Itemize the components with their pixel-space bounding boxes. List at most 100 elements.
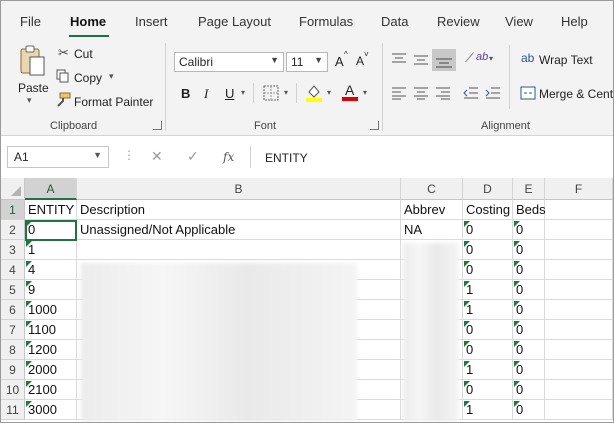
formula-bar-grip-icon[interactable]: ⋮ xyxy=(123,148,135,162)
borders-dropdown-icon[interactable]: ▾ xyxy=(284,88,288,97)
font-name-dropdown[interactable]: Calibri ▼ xyxy=(174,52,284,72)
number-as-text-warning-icon xyxy=(464,241,470,247)
enter-icon[interactable]: ✓ xyxy=(187,148,199,165)
decrease-font-size-button[interactable]: A xyxy=(356,54,364,68)
cell-a1[interactable]: ENTITY xyxy=(25,200,74,220)
format-painter-icon[interactable] xyxy=(55,92,71,113)
tab-insert[interactable]: Insert xyxy=(135,14,168,29)
number-as-text-warning-icon xyxy=(514,381,520,387)
ribbon-tab-bar: File Home Insert Page Layout Formulas Da… xyxy=(1,1,613,37)
row-header-1[interactable]: 1 xyxy=(1,200,25,220)
ribbon-home: Paste ▾ ✂ Cut Copy ▾ Format Painter Clip… xyxy=(1,37,613,136)
formula-input[interactable]: ENTITY xyxy=(265,151,308,165)
cancel-icon[interactable]: ✕ xyxy=(151,148,163,165)
number-as-text-warning-icon xyxy=(26,341,32,347)
chevron-down-icon: ▼ xyxy=(270,55,279,65)
copy-dropdown-icon[interactable]: ▾ xyxy=(109,71,114,82)
formula-bar: A1 ▼ ⋮ ✕ ✓ fx ENTITY xyxy=(1,136,613,176)
orientation-dropdown-icon[interactable]: ▾ xyxy=(489,54,493,63)
underline-dropdown-icon[interactable]: ▾ xyxy=(241,88,245,97)
number-as-text-warning-icon xyxy=(464,301,470,307)
borders-icon[interactable] xyxy=(263,85,279,106)
align-center-icon[interactable] xyxy=(413,86,429,105)
paste-icon[interactable] xyxy=(17,43,47,83)
align-middle-icon[interactable] xyxy=(413,52,429,71)
caret-up-icon: ^ xyxy=(344,50,348,59)
align-right-icon[interactable] xyxy=(435,86,451,105)
merge-center-button[interactable]: Merge & Center xyxy=(539,87,613,101)
spreadsheet-grid[interactable]: ABCDEF 1 2 3 4 5 6 7 8 9 10 11 ENTITY Description Ab… xyxy=(1,178,613,422)
cell-b2[interactable]: Unassigned/Not Applicable xyxy=(77,220,235,240)
tab-page-layout[interactable]: Page Layout xyxy=(198,14,271,29)
increase-indent-icon[interactable] xyxy=(485,86,501,105)
cell-e1[interactable]: Beds xyxy=(513,200,546,220)
row-header-3[interactable]: 3 xyxy=(1,240,25,260)
cut-button[interactable]: Cut xyxy=(74,47,93,61)
fill-color-dropdown-icon[interactable]: ▾ xyxy=(327,88,331,97)
name-box[interactable]: A1 ▼ xyxy=(7,146,109,168)
row-header-4[interactable]: 4 xyxy=(1,260,25,280)
font-divider xyxy=(296,83,297,103)
italic-button[interactable]: I xyxy=(204,86,208,102)
font-color-dropdown-icon[interactable]: ▾ xyxy=(363,88,367,97)
cell-c2[interactable]: NA xyxy=(401,220,422,240)
number-as-text-warning-icon xyxy=(26,381,32,387)
align-left-icon[interactable] xyxy=(391,86,407,105)
wrap-text-icon: ab xyxy=(521,51,535,65)
tab-review[interactable]: Review xyxy=(437,14,480,29)
row-header-9[interactable]: 9 xyxy=(1,360,25,380)
clipboard-launcher-icon[interactable] xyxy=(153,121,162,130)
font-size-dropdown[interactable]: 11 ▼ xyxy=(286,52,328,72)
column-header-a[interactable]: A xyxy=(25,178,77,200)
orientation-letters-icon: ab xyxy=(476,51,489,63)
scissors-icon[interactable]: ✂ xyxy=(58,45,69,61)
underline-button[interactable]: U xyxy=(225,86,234,101)
number-as-text-warning-icon xyxy=(514,281,520,287)
tab-help[interactable]: Help xyxy=(561,14,588,29)
excel-window: File Home Insert Page Layout Formulas Da… xyxy=(0,0,614,423)
row-header-8[interactable]: 8 xyxy=(1,340,25,360)
wrap-text-button[interactable]: Wrap Text xyxy=(539,53,593,67)
decrease-indent-icon[interactable] xyxy=(463,86,479,105)
row-header-11[interactable]: 11 xyxy=(1,400,25,420)
font-color-icon[interactable]: A xyxy=(341,81,359,108)
tab-file[interactable]: File xyxy=(20,14,41,29)
cell-b1[interactable]: Description xyxy=(77,200,145,220)
insert-function-icon[interactable]: fx xyxy=(223,150,234,164)
paste-button[interactable]: Paste xyxy=(18,81,49,95)
column-header-f[interactable]: F xyxy=(545,178,613,200)
row-header-5[interactable]: 5 xyxy=(1,280,25,300)
tab-data[interactable]: Data xyxy=(381,14,408,29)
font-size-value: 11 xyxy=(291,55,304,69)
column-header-b[interactable]: B xyxy=(77,178,401,200)
bold-button[interactable]: B xyxy=(181,86,190,101)
cell-d1[interactable]: Costing xyxy=(463,200,510,220)
column-header-e[interactable]: E xyxy=(513,178,545,200)
column-header-d[interactable]: D xyxy=(463,178,513,200)
tab-home[interactable]: Home xyxy=(70,14,106,29)
row-header-7[interactable]: 7 xyxy=(1,320,25,340)
row-header-6[interactable]: 6 xyxy=(1,300,25,320)
align-top-icon[interactable] xyxy=(391,52,407,71)
merge-center-icon[interactable] xyxy=(520,85,536,106)
copy-icon[interactable] xyxy=(56,69,70,88)
tab-formulas[interactable]: Formulas xyxy=(299,14,353,29)
fill-color-icon[interactable] xyxy=(305,83,323,108)
tab-view[interactable]: View xyxy=(505,14,533,29)
number-as-text-warning-icon xyxy=(514,301,520,307)
copy-button[interactable]: Copy xyxy=(74,71,102,85)
column-header-c[interactable]: C xyxy=(401,178,463,200)
align-bottom-icon[interactable] xyxy=(432,49,456,71)
cell-c1[interactable]: Abbrev xyxy=(401,200,445,220)
format-painter-button[interactable]: Format Painter xyxy=(74,95,153,109)
increase-font-size-button[interactable]: A xyxy=(335,54,344,69)
number-as-text-warning-icon xyxy=(464,321,470,327)
font-launcher-icon[interactable] xyxy=(370,121,379,130)
column-gridline xyxy=(544,200,545,420)
orientation-icon[interactable]: ⟋ xyxy=(465,50,474,66)
select-all-button[interactable] xyxy=(1,178,25,200)
number-as-text-warning-icon xyxy=(464,341,470,347)
row-header-2[interactable]: 2 xyxy=(1,220,25,240)
paste-dropdown-icon[interactable]: ▾ xyxy=(27,95,32,106)
row-header-10[interactable]: 10 xyxy=(1,380,25,400)
